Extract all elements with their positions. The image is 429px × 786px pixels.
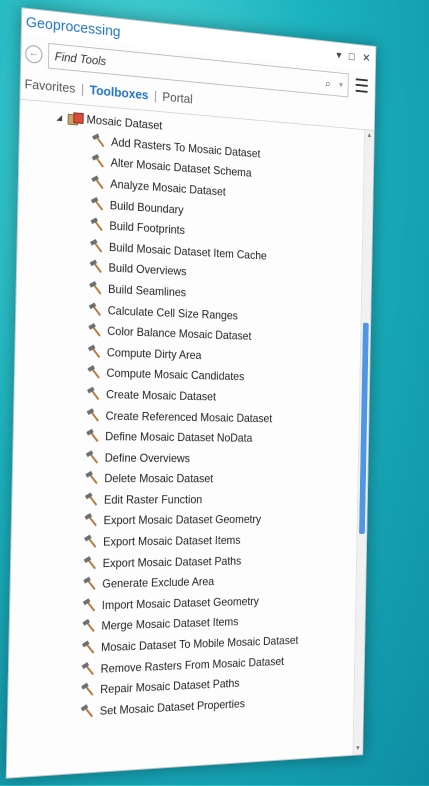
tool-tree-area: ◢ Mosaic Dataset Add Rasters To Mosaic D… — [6, 98, 374, 778]
hammer-icon — [89, 280, 104, 295]
tool-item[interactable]: Edit Raster Function — [12, 489, 367, 511]
dropdown-icon[interactable]: ▾ — [336, 48, 341, 61]
hammer-icon — [81, 640, 96, 655]
back-arrow-icon[interactable]: ← — [25, 44, 43, 65]
scroll-thumb[interactable] — [359, 322, 369, 534]
hammer-icon — [82, 619, 97, 634]
hammer-icon — [83, 534, 98, 549]
hammer-icon — [83, 555, 98, 570]
hammer-icon — [85, 471, 100, 486]
tab-portal[interactable]: Portal — [162, 89, 193, 106]
tool-list: Add Rasters To Mosaic Dataset Alter Mosai… — [8, 124, 374, 727]
search-icon[interactable]: ⌕ — [325, 76, 331, 90]
tab-toolboxes[interactable]: Toolboxes — [90, 82, 149, 102]
hammer-icon — [81, 682, 96, 697]
panel-wrapper: Geoprocessing ▾ □ ✕ ← Find Tools ⌕ ▾ ☰ F… — [0, 1, 387, 786]
tool-label: Calculate Cell Size Ranges — [107, 303, 239, 322]
hammer-icon — [91, 154, 106, 169]
window-controls: ▾ □ ✕ — [336, 48, 370, 64]
tool-tree: ◢ Mosaic Dataset Add Rasters To Mosaic D… — [8, 100, 374, 727]
tool-label: Set Mosaic Dataset Properties — [99, 696, 246, 718]
search-dropdown-icon[interactable]: ▾ — [339, 79, 343, 90]
tool-label: Export Mosaic Dataset Items — [102, 533, 241, 549]
hammer-icon — [86, 407, 101, 422]
tool-label: Create Mosaic Dataset — [105, 387, 217, 404]
tool-label: Compute Mosaic Candidates — [106, 366, 245, 384]
maximize-icon[interactable]: □ — [349, 50, 355, 63]
tool-label: Delete Mosaic Dataset — [104, 471, 214, 486]
hammer-icon — [89, 238, 104, 254]
tool-label: Import Mosaic Dataset Geometry — [101, 594, 260, 612]
hammer-icon — [81, 661, 96, 676]
hamburger-menu-icon[interactable]: ☰ — [353, 76, 370, 98]
hammer-icon — [88, 323, 103, 337]
tool-label: Build Boundary — [109, 197, 184, 217]
geoprocessing-pane: Geoprocessing ▾ □ ✕ ← Find Tools ⌕ ▾ ☰ F… — [5, 7, 377, 779]
tab-separator: | — [80, 81, 85, 97]
tool-item[interactable]: Define Overviews — [13, 446, 368, 469]
hammer-icon — [82, 598, 97, 612]
tool-label: Generate Exclude Area — [102, 574, 215, 591]
collapse-icon[interactable]: ◢ — [56, 112, 62, 121]
tool-label: Define Overviews — [104, 450, 191, 465]
hammer-icon — [90, 217, 105, 233]
tab-favorites[interactable]: Favorites — [24, 76, 75, 95]
hammer-icon — [85, 450, 100, 464]
hammer-icon — [91, 175, 106, 191]
tool-label: Merge Mosaic Dataset Items — [101, 615, 239, 634]
tool-label: Export Mosaic Dataset Paths — [102, 553, 242, 570]
tool-label: Compute Dirty Area — [106, 345, 202, 362]
tool-label: Build Overviews — [108, 261, 187, 279]
tool-label: Define Mosaic Dataset NoData — [105, 429, 253, 445]
tool-label: Color Balance Mosaic Dataset — [107, 324, 252, 343]
close-icon[interactable]: ✕ — [362, 51, 370, 65]
tool-item[interactable]: Delete Mosaic Dataset — [13, 468, 368, 490]
hammer-icon — [91, 133, 106, 148]
hammer-icon — [86, 386, 101, 401]
hammer-icon — [87, 365, 102, 380]
tool-label: Edit Raster Function — [103, 492, 203, 507]
tool-label: Create Referenced Mosaic Dataset — [105, 408, 273, 425]
hammer-icon — [83, 576, 98, 591]
tool-label: Build Footprints — [109, 218, 186, 238]
scroll-up-icon[interactable]: ▲ — [365, 130, 374, 142]
toolset-icon — [67, 112, 84, 126]
hammer-icon — [87, 344, 102, 359]
hammer-icon — [86, 428, 101, 443]
tool-label: Export Mosaic Dataset Geometry — [103, 512, 262, 528]
hammer-icon — [84, 492, 99, 507]
hammer-icon — [80, 704, 95, 719]
tab-separator: | — [153, 88, 158, 104]
hammer-icon — [89, 259, 104, 274]
hammer-icon — [84, 513, 99, 528]
hammer-icon — [90, 196, 105, 212]
scroll-down-icon[interactable]: ▼ — [353, 743, 362, 755]
hammer-icon — [88, 302, 103, 316]
tool-label: Build Seamlines — [108, 282, 187, 300]
